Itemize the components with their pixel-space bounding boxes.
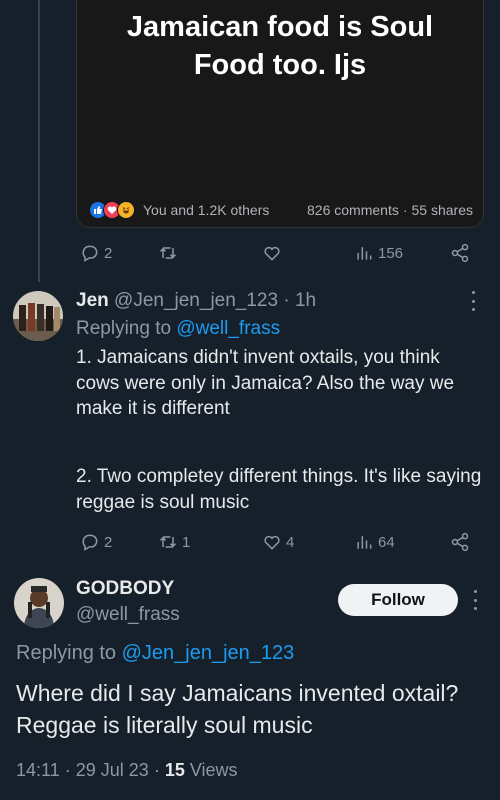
avatar-jen[interactable]	[13, 291, 63, 341]
author-handle[interactable]: @Jen_jen_jen_123	[114, 290, 278, 311]
reply-icon	[82, 534, 98, 551]
views-count: 156	[378, 244, 404, 262]
reply-button[interactable]: 2	[80, 532, 112, 552]
replying-to-label: Replying to	[16, 642, 117, 664]
comments-count: 826 comments	[307, 202, 399, 218]
reactions-bar: You and 1.2K others 826 comments · 55 sh…	[89, 201, 473, 219]
retweet-icon	[159, 247, 177, 259]
views-count: 64	[378, 533, 395, 551]
like-button[interactable]	[262, 243, 282, 263]
embedded-image-card[interactable]: Jamaican food is Soul Food too. Ijs You …	[76, 0, 484, 228]
author-name[interactable]: Jen	[76, 290, 109, 311]
like-button[interactable]: 4	[262, 532, 294, 552]
author-name[interactable]: GODBODY	[76, 578, 174, 599]
reply-header: Jen @Jen_jen_jen_123 · 1h	[76, 290, 316, 312]
more-options-icon[interactable]	[472, 590, 478, 610]
replying-to-line: Replying to @well_frass	[76, 318, 280, 340]
views-icon	[357, 536, 372, 549]
reply-count: 2	[104, 244, 113, 262]
main-author-handle-line: @well_frass	[76, 604, 180, 626]
tweet-actions-bar: 2 156	[76, 241, 476, 265]
haha-icon	[117, 201, 135, 219]
author-handle[interactable]: @well_frass	[76, 604, 180, 625]
reply-button[interactable]: 2	[80, 243, 112, 263]
retweet-button[interactable]: 1	[158, 532, 190, 552]
reply-text-paragraph-2: 2. Two completey different things. It's …	[76, 466, 482, 513]
main-author-name-line: GODBODY	[76, 578, 174, 600]
follow-button[interactable]: Follow	[338, 584, 458, 616]
share-button[interactable]	[450, 243, 470, 263]
replying-to-handle[interactable]: @well_frass	[176, 318, 280, 339]
reply-actions-bar: 2 1 4 64	[76, 530, 476, 554]
timestamp[interactable]: · 1h	[283, 290, 316, 311]
thread-connector-line	[38, 0, 40, 282]
tweet-date[interactable]: 29 Jul 23	[76, 760, 149, 780]
reply-text-paragraph-1: 1. Jamaicans didn't invent oxtails, you …	[76, 347, 455, 419]
replying-to-line: Replying to @Jen_jen_jen_123	[16, 642, 294, 665]
heart-icon	[264, 535, 280, 550]
share-button[interactable]	[450, 532, 470, 552]
tweet-meta: 14:11 · 29 Jul 23 · 15 Views	[16, 760, 238, 781]
views-icon	[357, 247, 372, 260]
views-label: Views	[189, 760, 238, 780]
meta-separator: ·	[64, 760, 76, 780]
reply-icon	[82, 245, 98, 262]
views-button[interactable]: 64	[354, 532, 395, 552]
like-count: 4	[286, 533, 295, 551]
views-count: 15	[164, 760, 185, 780]
reply-count: 2	[104, 533, 113, 551]
replying-to-handle[interactable]: @Jen_jen_jen_123	[122, 642, 295, 664]
views-button[interactable]: 156	[354, 243, 403, 263]
shares-count: 55 shares	[411, 202, 473, 218]
image-headline: Jamaican food is Soul Food too. Ijs	[126, 11, 434, 81]
engagement-counts: 826 comments · 55 shares	[307, 202, 473, 218]
avatar-godbody[interactable]	[14, 578, 64, 628]
share-icon	[451, 243, 469, 263]
main-tweet-text: Where did I say Jamaicans invented oxtai…	[16, 680, 459, 738]
replying-to-label: Replying to	[76, 318, 172, 339]
reaction-icons	[89, 201, 135, 219]
reactions-summary: You and 1.2K others	[143, 202, 270, 218]
tweet-time[interactable]: 14:11	[16, 760, 60, 780]
retweet-button[interactable]	[158, 243, 178, 263]
retweet-count: 1	[182, 533, 191, 551]
meta-separator: ·	[153, 760, 165, 780]
more-options-icon[interactable]	[470, 291, 476, 311]
retweet-icon	[159, 536, 177, 548]
count-separator: ·	[402, 202, 408, 218]
heart-icon	[264, 246, 280, 261]
share-icon	[451, 532, 469, 552]
